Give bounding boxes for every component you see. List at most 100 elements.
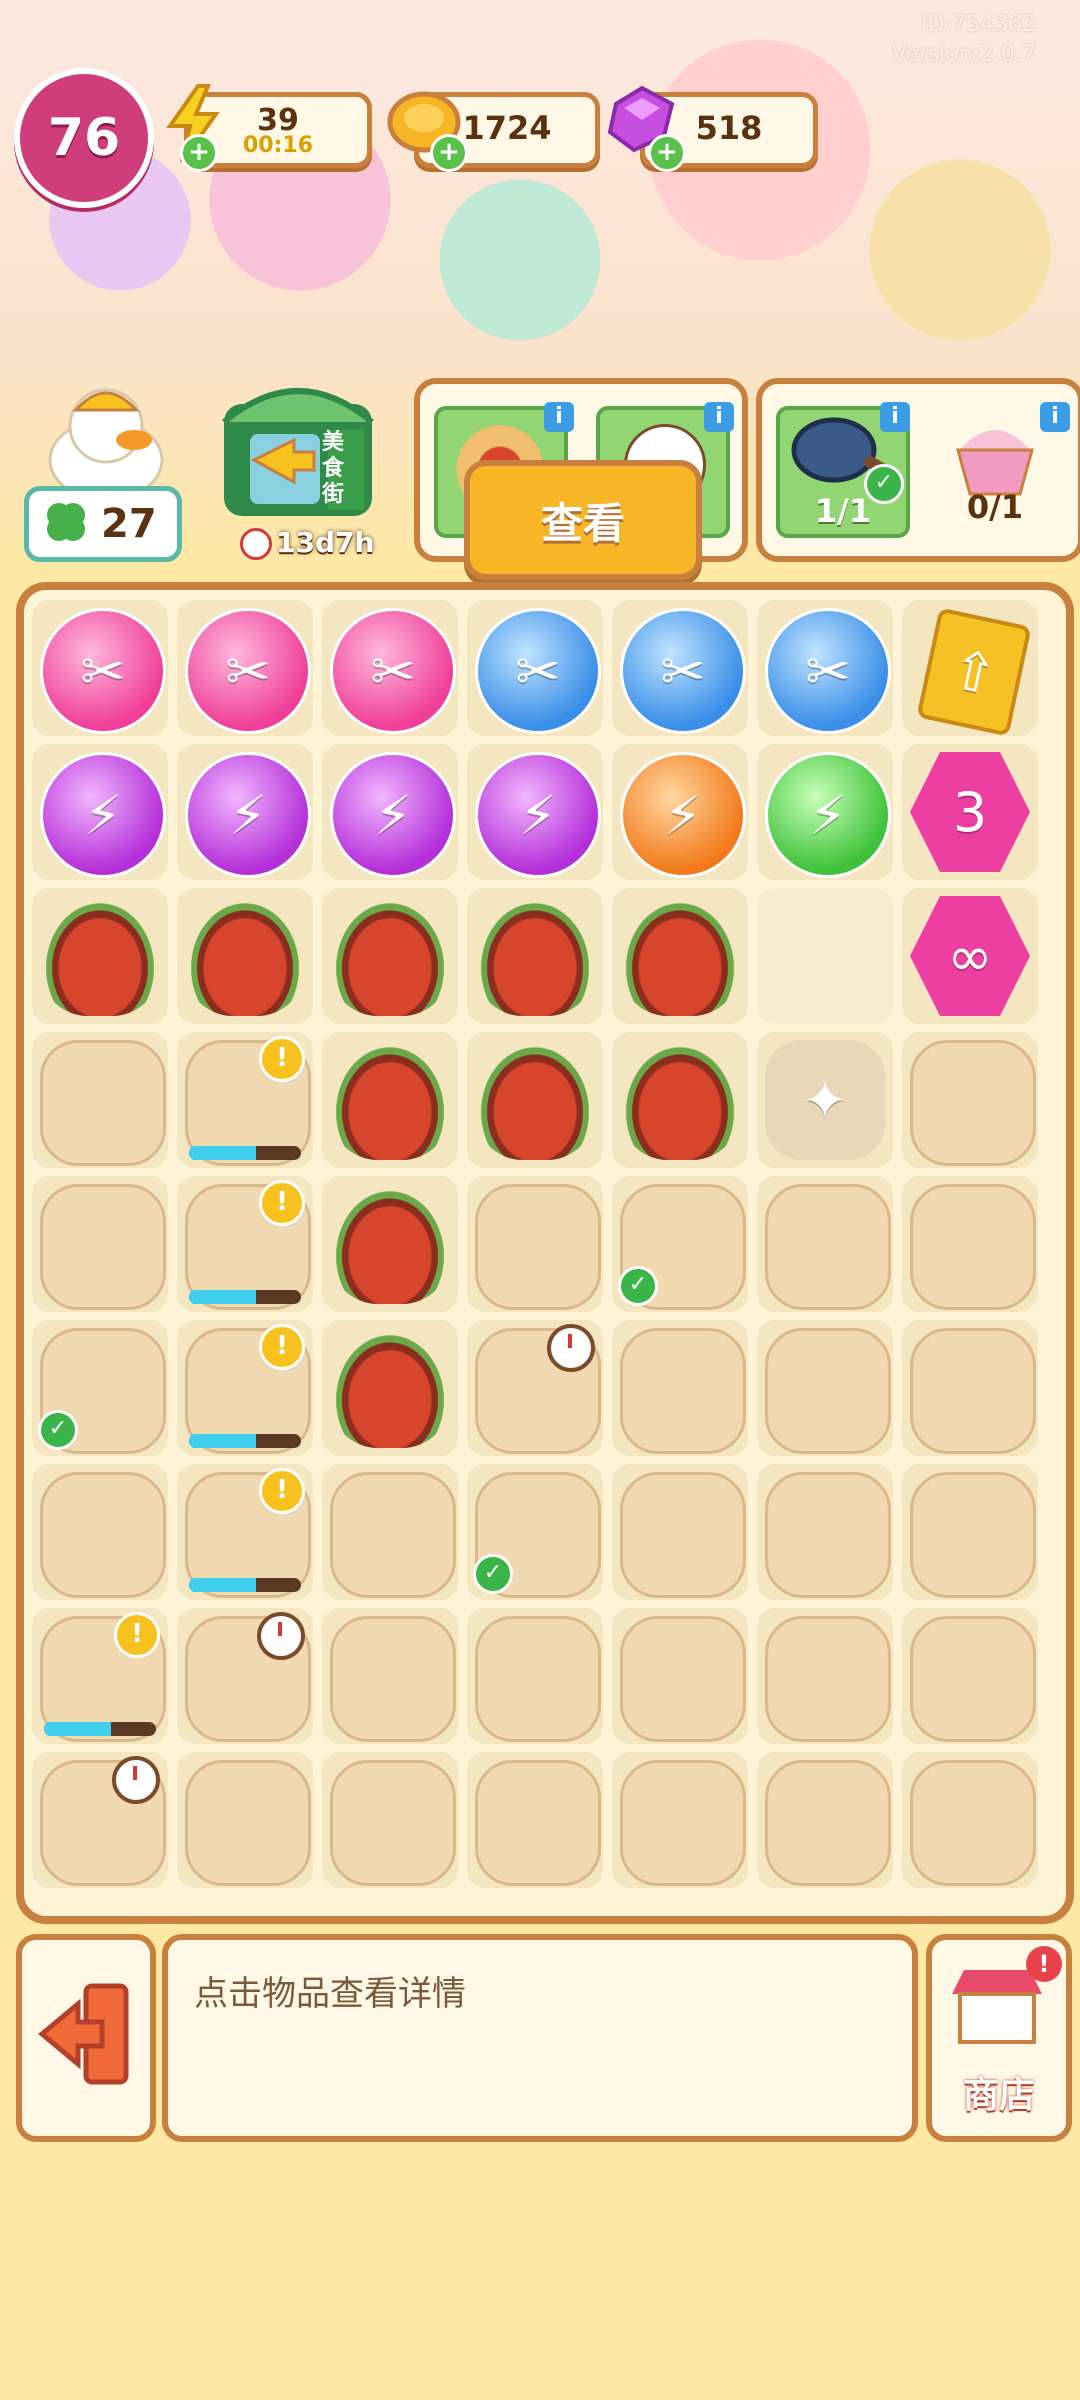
board-cell[interactable]	[902, 1032, 1038, 1168]
board-cell[interactable]	[467, 1608, 603, 1744]
scissor-blue-icon: ✂	[620, 608, 746, 734]
board-cell[interactable]: !	[177, 1464, 313, 1600]
view-button-label: 查看	[540, 498, 625, 548]
board-cell[interactable]: ✂	[322, 600, 458, 736]
board-cell[interactable]	[902, 1752, 1038, 1888]
board-cell[interactable]	[32, 1464, 168, 1600]
board-cell[interactable]	[467, 1752, 603, 1888]
dough-icon	[910, 1040, 1036, 1166]
board-cell[interactable]: ✂	[612, 600, 748, 736]
item-glyph: ∞	[947, 924, 993, 988]
board-cell[interactable]	[612, 1320, 748, 1456]
board-cell[interactable]	[902, 1320, 1038, 1456]
board-cell[interactable]	[757, 888, 893, 1024]
board-cell[interactable]: ✓	[32, 1320, 168, 1456]
gift-box-icon	[910, 1184, 1036, 1310]
info-icon[interactable]: i	[880, 402, 910, 432]
board-cell[interactable]: ⚡	[612, 744, 748, 880]
board-cell[interactable]: !	[177, 1032, 313, 1168]
board-cell[interactable]: ✂	[177, 600, 313, 736]
scissor-pink-icon: ✂	[185, 608, 311, 734]
progress-bar	[44, 1722, 156, 1736]
board-cell[interactable]	[322, 1176, 458, 1312]
board-cell[interactable]	[612, 1464, 748, 1600]
info-icon[interactable]: i	[544, 402, 574, 432]
ice-cream-icon	[40, 1040, 166, 1166]
clover-counter[interactable]: 27	[24, 486, 182, 562]
crayfish-icon	[620, 1040, 740, 1160]
player-id-text: ID:754362	[921, 12, 1036, 37]
board-cell[interactable]: ⚡	[177, 744, 313, 880]
board-cell[interactable]	[322, 1032, 458, 1168]
takeout-box-icon	[620, 1328, 746, 1454]
parcel-icon	[765, 1760, 891, 1886]
board-cell[interactable]	[32, 1176, 168, 1312]
board-cell[interactable]	[322, 1608, 458, 1744]
board-cell[interactable]	[322, 1752, 458, 1888]
shop-alert-icon: !	[1026, 1946, 1062, 1982]
board-cell[interactable]	[467, 1320, 603, 1456]
board-cell[interactable]	[757, 1752, 893, 1888]
board-cell[interactable]	[32, 888, 168, 1024]
board-cell[interactable]	[467, 1176, 603, 1312]
info-icon[interactable]: i	[1040, 402, 1070, 432]
board-cell[interactable]: !	[32, 1608, 168, 1744]
board-cell[interactable]	[467, 888, 603, 1024]
shop-label: 商店	[962, 2075, 1035, 2116]
board-cell[interactable]	[757, 1464, 893, 1600]
board-cell[interactable]	[467, 1032, 603, 1168]
version-info: ID:754362 Version:2.0.7	[892, 10, 1036, 70]
board-cell[interactable]: ✂	[32, 600, 168, 736]
board-cell[interactable]	[757, 1608, 893, 1744]
board-cell[interactable]: ⚡	[322, 744, 458, 880]
board-cell[interactable]	[612, 1608, 748, 1744]
board-cell[interactable]	[322, 1320, 458, 1456]
exit-button[interactable]	[16, 1934, 156, 2142]
board-cell[interactable]	[902, 1608, 1038, 1744]
timer-icon	[112, 1756, 160, 1804]
shop-button[interactable]: ! 商店	[926, 1934, 1072, 2142]
view-button[interactable]: 查看	[464, 460, 702, 580]
board-cell[interactable]: !	[177, 1320, 313, 1456]
add-energy-icon[interactable]: +	[180, 134, 218, 172]
board-cell[interactable]: ⚡	[757, 744, 893, 880]
board-cell[interactable]: !	[177, 1176, 313, 1312]
board-cell[interactable]: ✂	[757, 600, 893, 736]
energy-purple-icon: ⚡	[40, 752, 166, 878]
board-cell[interactable]	[322, 1464, 458, 1600]
board-cell[interactable]	[757, 1176, 893, 1312]
board-cell[interactable]	[612, 888, 748, 1024]
info-icon[interactable]: i	[704, 402, 734, 432]
board-cell[interactable]	[612, 1752, 748, 1888]
board-cell[interactable]	[757, 1320, 893, 1456]
board-cell[interactable]	[902, 1176, 1038, 1312]
item-glyph: 3	[952, 780, 988, 844]
board-cell[interactable]: 3	[902, 744, 1038, 880]
board-cell[interactable]: ✂	[467, 600, 603, 736]
board-cell[interactable]	[177, 1608, 313, 1744]
board-cell[interactable]: ⚡	[467, 744, 603, 880]
board-cell[interactable]	[32, 1752, 168, 1888]
board-cell[interactable]	[322, 888, 458, 1024]
crayfish-icon	[185, 896, 305, 1016]
progress-bar	[189, 1578, 301, 1592]
order-panel-2[interactable]: 1/1 ✓ i 0/1 i	[756, 378, 1080, 562]
board-cell[interactable]	[177, 1752, 313, 1888]
level-badge[interactable]: 76	[14, 68, 154, 208]
duck-builder-avatar[interactable]	[36, 370, 176, 502]
board-cell[interactable]: ∞	[902, 888, 1038, 1024]
board-cell[interactable]: ✓	[612, 1176, 748, 1312]
board-cell[interactable]: ✓	[467, 1464, 603, 1600]
add-gems-icon[interactable]: +	[648, 134, 686, 172]
board-cell[interactable]	[612, 1032, 748, 1168]
board-cell[interactable]	[177, 888, 313, 1024]
board-cell[interactable]: ⚡	[32, 744, 168, 880]
board-cell[interactable]	[32, 1032, 168, 1168]
item-glyph: ⚡	[84, 783, 122, 847]
food-street-event[interactable]	[210, 370, 386, 520]
board-cell[interactable]: ✦	[757, 1032, 893, 1168]
board-cell[interactable]: ⇧	[902, 600, 1038, 737]
board-cell[interactable]	[902, 1464, 1038, 1600]
add-coins-icon[interactable]: +	[430, 134, 468, 172]
scissor-pink-icon: ✂	[330, 608, 456, 734]
